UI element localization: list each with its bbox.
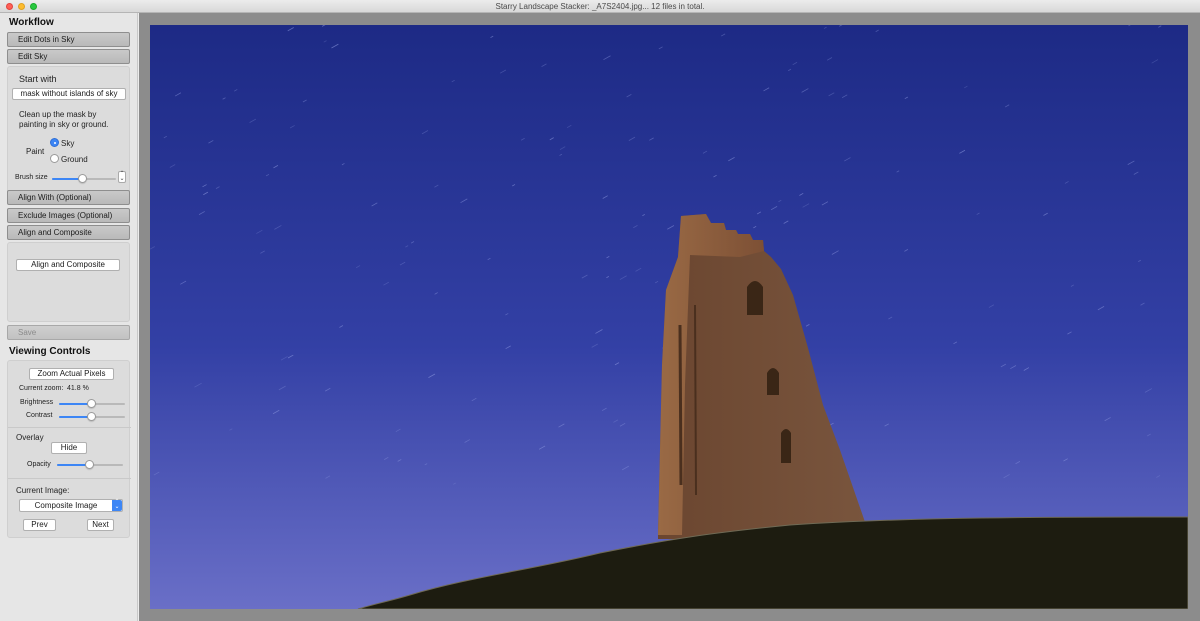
brightness-slider[interactable] [59,399,125,408]
contrast-slider[interactable] [59,412,125,421]
overlay-divider [8,427,131,428]
contrast-knob[interactable] [87,412,96,421]
sidebar: Workflow Edit Dots in Sky Edit Sky Start… [0,13,138,621]
current-image-divider [8,478,131,479]
brush-size-stepper[interactable]: ⌃ ⌄ [118,171,126,183]
paint-label: Paint [26,147,45,156]
overlay-hide-button[interactable]: Hide [51,442,87,454]
title-bar: Starry Landscape Stacker: _A7S2404.jpg..… [0,0,1200,13]
brush-size-label: Brush size [15,174,48,181]
paint-sky-radio[interactable] [50,138,59,147]
edit-sky-instructions: Clean up the mask by painting in sky or … [19,110,109,129]
opacity-knob[interactable] [85,460,94,469]
next-image-button[interactable]: Next [87,519,114,531]
overlay-label: Overlay [16,433,44,442]
edit-dots-step-button[interactable]: Edit Dots in Sky [7,32,130,47]
window-title: Starry Landscape Stacker: _A7S2404.jpg..… [495,2,705,11]
start-with-select[interactable]: mask without islands of sky [12,88,126,100]
prev-image-button[interactable]: Prev [23,519,56,531]
current-zoom-value: 41.8 % [67,385,89,392]
brush-size-knob[interactable] [77,174,87,183]
select-arrows-icon: ⌃ ⌄ [112,499,122,511]
app-window: Starry Landscape Stacker: _A7S2404.jpg..… [0,0,1200,621]
viewing-controls-title: Viewing Controls [9,346,91,357]
brightness-knob[interactable] [87,399,96,408]
align-with-step-button[interactable]: Align With (Optional) [7,190,130,205]
workflow-title: Workflow [9,17,54,28]
paint-sky-label: Sky [61,139,75,148]
current-image-value: Composite Image [34,501,98,510]
brightness-label: Brightness [20,399,54,406]
edit-sky-panel: Start with mask without islands of sky C… [7,66,130,200]
opacity-slider[interactable] [57,460,123,469]
contrast-label: Contrast [26,412,53,419]
align-composite-step-button[interactable]: Align and Composite [7,225,130,240]
opacity-label: Opacity [27,461,51,468]
exclude-images-step-button[interactable]: Exclude Images (Optional) [7,208,130,223]
composite-image[interactable] [150,25,1188,609]
image-viewport[interactable] [139,13,1200,621]
edit-sky-step-button[interactable]: Edit Sky [7,49,130,64]
viewing-controls-panel: Zoom Actual Pixels Current zoom: 41.8 % … [7,360,131,538]
current-image-label: Current Image: [16,486,70,495]
current-image-select[interactable]: Composite Image ⌃ ⌄ [19,499,123,512]
paint-ground-radio[interactable] [50,154,59,163]
paint-ground-label: Ground [61,155,88,164]
start-with-label: Start with [19,74,57,84]
align-composite-panel: Align and Composite [7,242,130,322]
brush-size-slider[interactable] [52,174,116,183]
align-composite-button[interactable]: Align and Composite [16,259,120,271]
save-step-button[interactable]: Save [7,325,130,340]
current-zoom-label: Current zoom: [19,385,64,392]
zoom-actual-pixels-button[interactable]: Zoom Actual Pixels [29,368,114,380]
